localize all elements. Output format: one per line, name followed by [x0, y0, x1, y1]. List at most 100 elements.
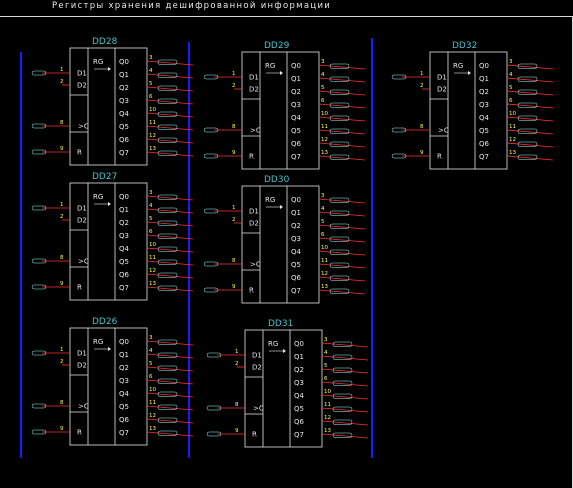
output-pin-label: Q0 [119, 338, 129, 346]
output-pin-number: 11 [324, 402, 331, 408]
output-pin-number: 11 [149, 400, 156, 406]
output-pin-number: 10 [509, 111, 516, 117]
output-pin-label: Q4 [119, 390, 130, 398]
input-pin-number: 9 [232, 150, 236, 156]
register-dd28: DD28 RG D1 1 D2 2 >C 8 R 9 Q0 3 Q1 4 Q2 5 Q3 6 Q4 10 Q5 11 Q6 1… [31, 37, 194, 166]
chip-designator: DD26 [92, 317, 118, 327]
output-pin-label: Q7 [119, 149, 129, 157]
register-dd31: DD31 RG D1 1 D2 2 >C 8 R 9 Q0 3 Q1 4 Q2 5 Q3 6 Q4 10 Q5 11 Q6 1… [206, 319, 369, 448]
output-pin-label: Q6 [291, 274, 302, 282]
chip-designator: DD32 [452, 41, 477, 51]
output-pin-number: 11 [321, 258, 328, 264]
chip-function-label: RG [265, 62, 275, 70]
output-pin-label: Q5 [119, 123, 129, 131]
chip-body [241, 185, 320, 304]
output-pin-number: 13 [321, 150, 328, 156]
output-pin-number: 6 [149, 374, 153, 380]
input-pin-label: D2 [249, 86, 259, 94]
output-pin-label: Q5 [294, 405, 304, 413]
input-pin-label: D1 [77, 205, 87, 213]
output-pin-number: 5 [149, 361, 153, 367]
output-pin-label: Q2 [294, 366, 304, 374]
output-pin-number: 10 [149, 107, 156, 113]
output-pin-number: 10 [149, 387, 156, 393]
output-pin-number: 6 [149, 229, 153, 235]
input-pin-number: 9 [60, 426, 64, 432]
chip-function-label: RG [453, 62, 463, 70]
chip-designator: DD27 [92, 172, 117, 182]
input-pin-number: 2 [232, 83, 236, 89]
input-pin-number: 8 [232, 258, 236, 264]
output-pin-number: 13 [149, 146, 156, 152]
output-pin-label: Q0 [479, 62, 489, 70]
output-pin-number: 5 [509, 85, 513, 91]
input-pin-number: 1 [235, 349, 239, 355]
output-pin-number: 5 [324, 363, 328, 369]
output-pin-number: 6 [321, 232, 325, 238]
output-pin-label: Q3 [294, 379, 304, 387]
shift-arrow-head [468, 71, 471, 75]
register-dd30: DD30 RG D1 1 D2 2 >C 8 R 9 Q0 3 Q1 4 Q2 5 Q3 6 Q4 10 Q5 11 Q6 1… [203, 175, 366, 304]
input-pin-number: 9 [235, 428, 239, 434]
output-pin-number: 10 [321, 245, 328, 251]
output-pin-label: Q0 [294, 340, 304, 348]
output-pin-label: Q1 [479, 75, 489, 83]
chip-designator: DD30 [264, 175, 290, 185]
output-pin-number: 6 [321, 98, 325, 104]
input-pin-label: >C [438, 127, 449, 135]
input-pin-label: D2 [437, 86, 447, 94]
chip-body [69, 327, 148, 446]
output-pin-number: 3 [324, 337, 328, 343]
output-pin-label: Q7 [119, 284, 129, 292]
input-pin-label: D2 [77, 217, 87, 225]
input-pin-label: >C [253, 405, 264, 413]
shift-arrow-head [108, 67, 111, 71]
output-pin-number: 11 [149, 120, 156, 126]
input-pin-label: >C [250, 261, 261, 269]
input-pin-number: 2 [60, 79, 64, 85]
output-pin-label: Q2 [291, 222, 301, 230]
output-pin-label: Q2 [119, 219, 129, 227]
output-pin-label: Q7 [291, 153, 301, 161]
input-pin-number: 8 [235, 402, 239, 408]
chip-function-label: RG [93, 58, 103, 66]
input-pin-label: R [249, 153, 254, 161]
input-pin-number: 2 [235, 361, 239, 367]
input-pin-label: R [437, 153, 442, 161]
output-pin-number: 5 [321, 219, 325, 225]
output-pin-number: 4 [149, 348, 153, 354]
output-pin-label: Q7 [119, 429, 129, 437]
input-pin-number: 2 [60, 214, 64, 220]
input-pin-label: R [77, 429, 82, 437]
output-pin-label: Q2 [119, 364, 129, 372]
output-pin-number: 12 [149, 268, 156, 274]
input-pin-label: D2 [249, 220, 259, 228]
chip-function-label: RG [93, 338, 103, 346]
input-pin-label: >C [78, 258, 89, 266]
output-pin-label: Q1 [291, 209, 301, 217]
input-pin-number: 8 [60, 120, 64, 126]
output-pin-number: 13 [509, 150, 516, 156]
output-pin-label: Q6 [119, 271, 130, 279]
input-pin-label: R [252, 431, 257, 439]
output-pin-number: 12 [149, 133, 156, 139]
output-pin-label: Q5 [291, 261, 301, 269]
output-pin-label: Q1 [119, 206, 129, 214]
register-dd29: DD29 RG D1 1 D2 2 >C 8 R 9 Q0 3 Q1 4 Q2 5 Q3 6 Q4 10 Q5 11 Q6 1… [203, 41, 366, 170]
output-pin-number: 4 [149, 68, 153, 74]
input-pin-label: >C [250, 127, 261, 135]
chip-function-label: RG [265, 196, 275, 204]
output-pin-label: Q6 [291, 140, 302, 148]
output-pin-label: Q5 [119, 258, 129, 266]
output-pin-number: 6 [324, 376, 328, 382]
output-pin-label: Q6 [294, 418, 305, 426]
input-pin-label: D1 [249, 74, 259, 82]
output-pin-number: 12 [324, 415, 331, 421]
input-pin-label: D1 [437, 74, 447, 82]
chip-designator: DD28 [92, 37, 118, 47]
input-pin-number: 9 [60, 146, 64, 152]
output-pin-number: 12 [321, 137, 328, 143]
output-pin-label: Q5 [119, 403, 129, 411]
input-pin-label: D1 [77, 350, 87, 358]
output-pin-label: Q4 [291, 248, 302, 256]
